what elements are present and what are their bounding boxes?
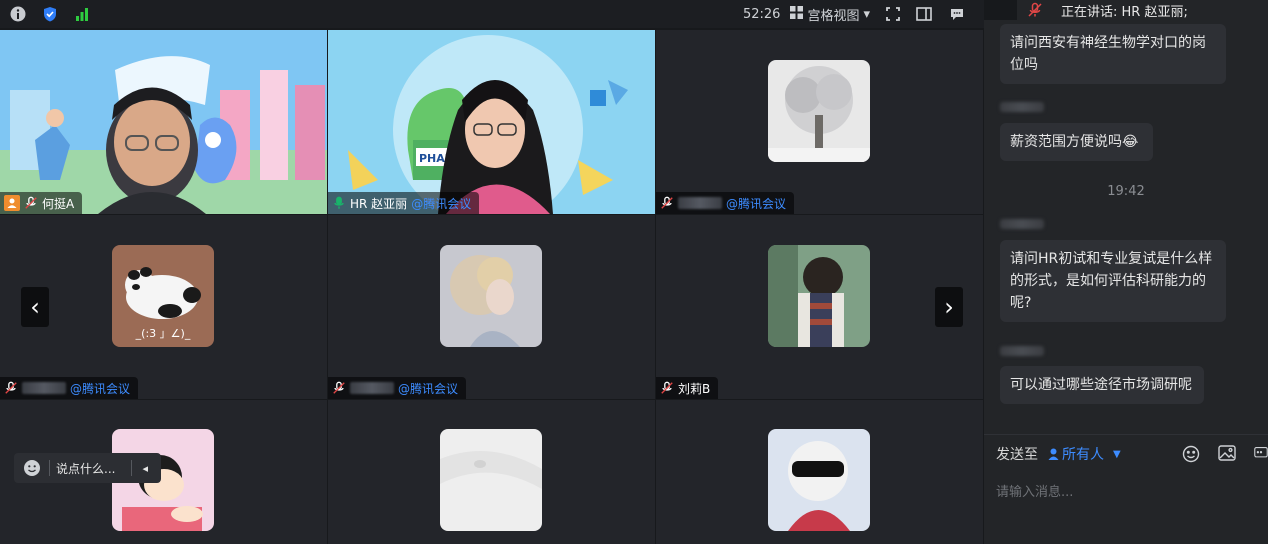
mic-muted-icon xyxy=(660,381,674,395)
mic-muted-icon xyxy=(4,381,18,395)
participant-avatar xyxy=(768,60,870,162)
divider xyxy=(49,460,50,476)
participant-name-blurred xyxy=(22,382,66,394)
mic-muted-icon xyxy=(24,196,38,210)
chat-icon[interactable] xyxy=(950,7,964,21)
message-input[interactable]: 请输入消息... xyxy=(996,481,1073,500)
participant-suffix: @腾讯会议 xyxy=(398,381,459,396)
participant-nameplate: @腾讯会议 xyxy=(0,377,139,399)
chat-message: 薪资范围方便说吗😂 xyxy=(1000,123,1153,161)
participant-nameplate: 刘莉B xyxy=(656,377,719,399)
participant-name-blurred xyxy=(678,197,722,209)
send-to-row: 发送至 所有人 ▼ xyxy=(996,444,1268,464)
signal-icon[interactable] xyxy=(74,6,90,22)
chevron-down-icon: ▼ xyxy=(1113,448,1121,460)
image-icon[interactable] xyxy=(1218,445,1236,463)
emoji-icon[interactable] xyxy=(1182,445,1200,463)
fullscreen-icon[interactable] xyxy=(886,7,900,21)
video-tile-participant-3[interactable]: @腾讯会议 xyxy=(656,30,983,214)
mic-muted-icon xyxy=(660,196,674,210)
chat-sender-blurred xyxy=(1000,219,1044,229)
mic-muted-icon xyxy=(332,381,346,395)
mic-active-icon xyxy=(332,196,346,210)
meeting-timer: 52:26 xyxy=(742,6,781,22)
chat-sender-blurred xyxy=(1000,346,1044,356)
video-tile-participant-5[interactable]: @腾讯会议 xyxy=(328,215,655,399)
more-icon[interactable] xyxy=(1254,445,1268,463)
grid-view-icon xyxy=(790,5,804,23)
video-tile-participant-9[interactable] xyxy=(656,400,983,544)
chat-sender-blurred xyxy=(1000,102,1044,112)
speaking-indicator: 正在讲话: HR 赵亚丽; xyxy=(1017,0,1268,20)
collapse-icon[interactable]: ◂ xyxy=(142,462,148,475)
participant-avatar: _(:3 」∠)_ xyxy=(112,245,214,347)
participant-avatar xyxy=(440,245,542,347)
participant-video-feed: PHAR xyxy=(328,30,655,214)
chevron-left-icon: ‹ xyxy=(30,293,40,321)
participant-suffix: @腾讯会议 xyxy=(726,196,787,211)
info-icon[interactable] xyxy=(10,6,26,22)
video-tile-participant-1[interactable]: 何挺A xyxy=(0,30,327,214)
participant-avatar xyxy=(440,429,542,531)
participant-name: 何挺A xyxy=(42,196,75,211)
participant-nameplate: @腾讯会议 xyxy=(328,377,467,399)
next-page-button[interactable]: › xyxy=(935,287,963,327)
chat-toolbar xyxy=(1182,445,1268,463)
video-tile-participant-4[interactable]: _(:3 」∠)_ @腾讯会议 xyxy=(0,215,327,399)
chat-time-divider: 19:42 xyxy=(1107,184,1145,199)
divider xyxy=(131,460,133,476)
avatar-caption: _(:3 」∠)_ xyxy=(135,327,191,340)
chevron-right-icon: › xyxy=(944,293,954,321)
participant-video-feed xyxy=(0,30,327,214)
video-tile-participant-8[interactable] xyxy=(328,400,655,544)
chat-message: 请问西安有神经生物学对口的岗位吗 xyxy=(1000,24,1226,84)
chevron-down-icon: ▾ xyxy=(863,6,870,22)
chat-message: 请问HR初试和专业复试是什么样的形式，是如何评估科研能力的呢? xyxy=(1000,240,1226,322)
sidebar-toggle-icon[interactable] xyxy=(916,7,932,21)
reaction-placeholder[interactable]: 说点什么... xyxy=(56,460,115,477)
recipient-select[interactable]: 所有人 ▼ xyxy=(1048,444,1121,464)
emoji-icon[interactable] xyxy=(23,459,41,477)
participant-name: 刘莉B xyxy=(678,381,711,396)
video-tile-participant-6[interactable]: 刘莉B xyxy=(656,215,983,399)
participant-name: HR 赵亚丽 xyxy=(350,196,408,211)
participant-avatar xyxy=(768,429,870,531)
participant-name-blurred xyxy=(350,382,394,394)
send-to-label: 发送至 xyxy=(996,447,1038,463)
chat-message-text: 薪资范围方便说吗😂 xyxy=(1010,134,1139,150)
view-mode-label: 宫格视图 xyxy=(807,8,860,24)
view-mode-button[interactable]: 宫格视图 ▾ xyxy=(790,5,870,24)
chat-divider xyxy=(984,434,1268,435)
participant-avatar xyxy=(768,245,870,347)
participant-suffix: @腾讯会议 xyxy=(411,196,472,211)
participant-nameplate: 何挺A xyxy=(0,192,83,214)
reaction-input-bar[interactable]: 说点什么... ◂ xyxy=(14,453,161,483)
recipient-value: 所有人 xyxy=(1062,447,1104,463)
chat-panel: 请问西安有神经生物学对口的岗位吗 薪资范围方便说吗😂 19:42 请问HR初试和… xyxy=(984,20,1268,544)
top-bar: 52:26 宫格视图 ▾ xyxy=(0,0,984,28)
participant-nameplate: HR 赵亚丽 @腾讯会议 xyxy=(328,192,480,214)
person-icon xyxy=(1048,448,1059,460)
participant-suffix: @腾讯会议 xyxy=(70,381,131,396)
chat-message: 可以通过哪些途径市场调研呢 xyxy=(1000,366,1204,404)
previous-page-button[interactable]: ‹ xyxy=(21,287,49,327)
shield-icon[interactable] xyxy=(42,6,58,22)
participant-nameplate: @腾讯会议 xyxy=(656,192,795,214)
mic-muted-icon xyxy=(1027,2,1043,18)
video-tile-participant-2[interactable]: PHAR HR 赵亚丽 @腾讯会议 xyxy=(328,30,655,214)
speaking-label: 正在讲话: HR 赵亚丽; xyxy=(1061,4,1188,20)
host-icon xyxy=(4,195,20,211)
